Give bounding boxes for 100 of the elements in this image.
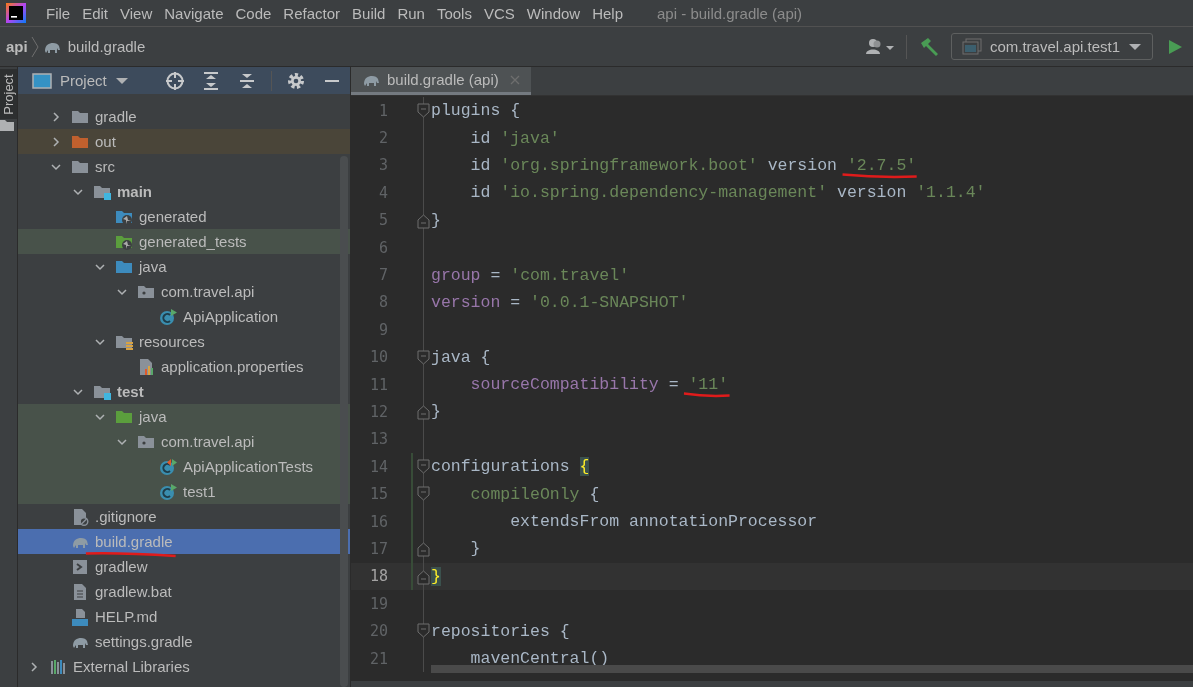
class-icon xyxy=(159,482,177,501)
users-icon xyxy=(863,37,894,56)
line-number: 9 xyxy=(377,320,388,339)
locate-icon[interactable] xyxy=(165,70,185,91)
tree-item-label: generated_tests xyxy=(139,233,247,250)
code-line: mavenCentral() xyxy=(469,649,610,668)
tree-row[interactable]: application.properties xyxy=(18,354,350,379)
breadcrumb[interactable]: api xyxy=(6,38,28,55)
tree-row[interactable]: java xyxy=(18,404,350,429)
window-title: api - build.gradle (api) xyxy=(657,4,803,22)
tree-row[interactable]: main xyxy=(18,179,350,204)
tree-row[interactable]: gradlew.bat xyxy=(18,579,350,604)
tree-row[interactable]: test1 xyxy=(18,479,350,504)
fold-marker-icon[interactable] xyxy=(417,349,430,366)
breadcrumb-separator-icon xyxy=(30,35,39,58)
tree-item-label: resources xyxy=(139,333,205,350)
tree-item-label: gradlew xyxy=(95,558,148,575)
tree-item-label: settings.gradle xyxy=(95,633,193,650)
menu-item[interactable]: Window xyxy=(520,4,587,22)
tree-item-label: build.gradle xyxy=(95,533,173,550)
tree-item-label: java xyxy=(139,258,167,275)
menu-item[interactable]: Code xyxy=(229,4,278,22)
tree-row[interactable]: External Libraries xyxy=(18,654,350,679)
code-line: plugins { xyxy=(431,101,521,121)
line-number: 16 xyxy=(368,512,388,531)
tree-item-label: src xyxy=(95,158,115,175)
fold-marker-icon[interactable] xyxy=(417,486,430,503)
menu-item[interactable]: Help xyxy=(586,4,630,22)
code-line: version = '0.0.1-SNAPSHOT' xyxy=(431,292,689,312)
tree-row[interactable]: com.travel.api xyxy=(18,429,350,454)
tree-item-label: HELP.md xyxy=(95,608,158,625)
expand-all-icon[interactable] xyxy=(201,70,221,91)
tree-row[interactable]: ApiApplicationTests xyxy=(18,454,350,479)
menu-item[interactable]: Build xyxy=(346,4,392,22)
line-number: 20 xyxy=(368,622,388,641)
fold-marker-icon[interactable] xyxy=(417,459,430,476)
menu-item[interactable]: VCS xyxy=(477,4,521,22)
ignore-file-icon xyxy=(71,507,89,526)
fold-marker-icon[interactable] xyxy=(417,103,430,119)
fold-marker-icon[interactable] xyxy=(417,568,430,585)
tree-item-label: .gitignore xyxy=(95,508,157,525)
tree-row[interactable]: src xyxy=(18,154,350,179)
tree-item-label: ApiApplicationTests xyxy=(183,458,314,475)
tree-row[interactable]: generated xyxy=(18,204,350,229)
tree-row[interactable]: settings.gradle xyxy=(18,629,350,654)
tree-item-label: ApiApplication xyxy=(183,308,279,325)
line-number: 17 xyxy=(368,539,388,558)
menu-item[interactable]: Refactor xyxy=(277,4,347,22)
code-line: sourceCompatibility = '11' xyxy=(469,375,729,395)
class-icon xyxy=(159,307,177,326)
menu-item[interactable]: File xyxy=(40,4,77,22)
line-number: 1 xyxy=(377,101,388,120)
tree-item-label: test xyxy=(117,383,144,400)
tree-row[interactable]: .gitignore xyxy=(18,504,350,529)
fold-marker-icon[interactable] xyxy=(417,212,430,229)
scrollbar[interactable] xyxy=(340,156,348,687)
tree-row[interactable]: gradle xyxy=(18,104,350,129)
code-line: configurations { xyxy=(431,457,590,477)
menu-item[interactable]: View xyxy=(114,4,159,22)
run-configuration-dropdown[interactable]: com.travel.api.test1 xyxy=(950,33,1153,60)
code-line: compileOnly { xyxy=(469,484,600,504)
fold-marker-icon[interactable] xyxy=(417,404,430,421)
play-icon xyxy=(1167,37,1183,56)
line-number: 6 xyxy=(377,238,388,257)
class-icon xyxy=(159,457,177,476)
line-number: 19 xyxy=(368,594,388,613)
tree-row[interactable]: HELP.md xyxy=(18,604,350,629)
editor-tab[interactable]: build.gradle (api) xyxy=(351,67,531,95)
breadcrumb[interactable]: build.gradle xyxy=(67,38,146,55)
line-number: 7 xyxy=(377,266,388,285)
settings-icon[interactable] xyxy=(286,70,306,91)
tree-row[interactable]: gradlew xyxy=(18,554,350,579)
line-number: 5 xyxy=(377,211,388,230)
window-icon xyxy=(32,71,52,90)
menu-item[interactable]: Edit xyxy=(76,4,115,22)
menu-item[interactable]: Run xyxy=(391,4,431,22)
tree-row[interactable]: resources xyxy=(18,329,350,354)
menu-item[interactable]: Navigate xyxy=(158,4,230,22)
tree-row[interactable]: test xyxy=(18,379,350,404)
line-number: 14 xyxy=(368,457,388,476)
caret-icon xyxy=(114,75,129,86)
hammer-icon xyxy=(918,36,941,57)
tree-row[interactable]: java xyxy=(18,254,350,279)
line-number: 10 xyxy=(368,348,388,367)
project-tool-tab[interactable]: Project xyxy=(0,69,17,119)
libraries-icon xyxy=(49,657,67,676)
tree-row[interactable]: generated_tests xyxy=(18,229,350,254)
tree-row[interactable]: com.travel.api xyxy=(18,279,350,304)
tree-row[interactable]: out xyxy=(18,129,350,154)
fold-marker-icon[interactable] xyxy=(417,623,430,640)
line-number: 11 xyxy=(368,375,388,394)
menu-item[interactable]: Tools xyxy=(430,4,478,22)
fold-marker-icon[interactable] xyxy=(417,541,430,558)
tree-row[interactable]: ApiApplication xyxy=(18,304,350,329)
text-file-icon xyxy=(71,582,89,601)
tree-item-label: generated xyxy=(139,208,207,225)
scrollbar[interactable] xyxy=(431,665,1193,673)
tree-item-label: gradlew.bat xyxy=(95,583,172,600)
line-number: 8 xyxy=(377,293,388,312)
line-number: 4 xyxy=(377,183,388,202)
